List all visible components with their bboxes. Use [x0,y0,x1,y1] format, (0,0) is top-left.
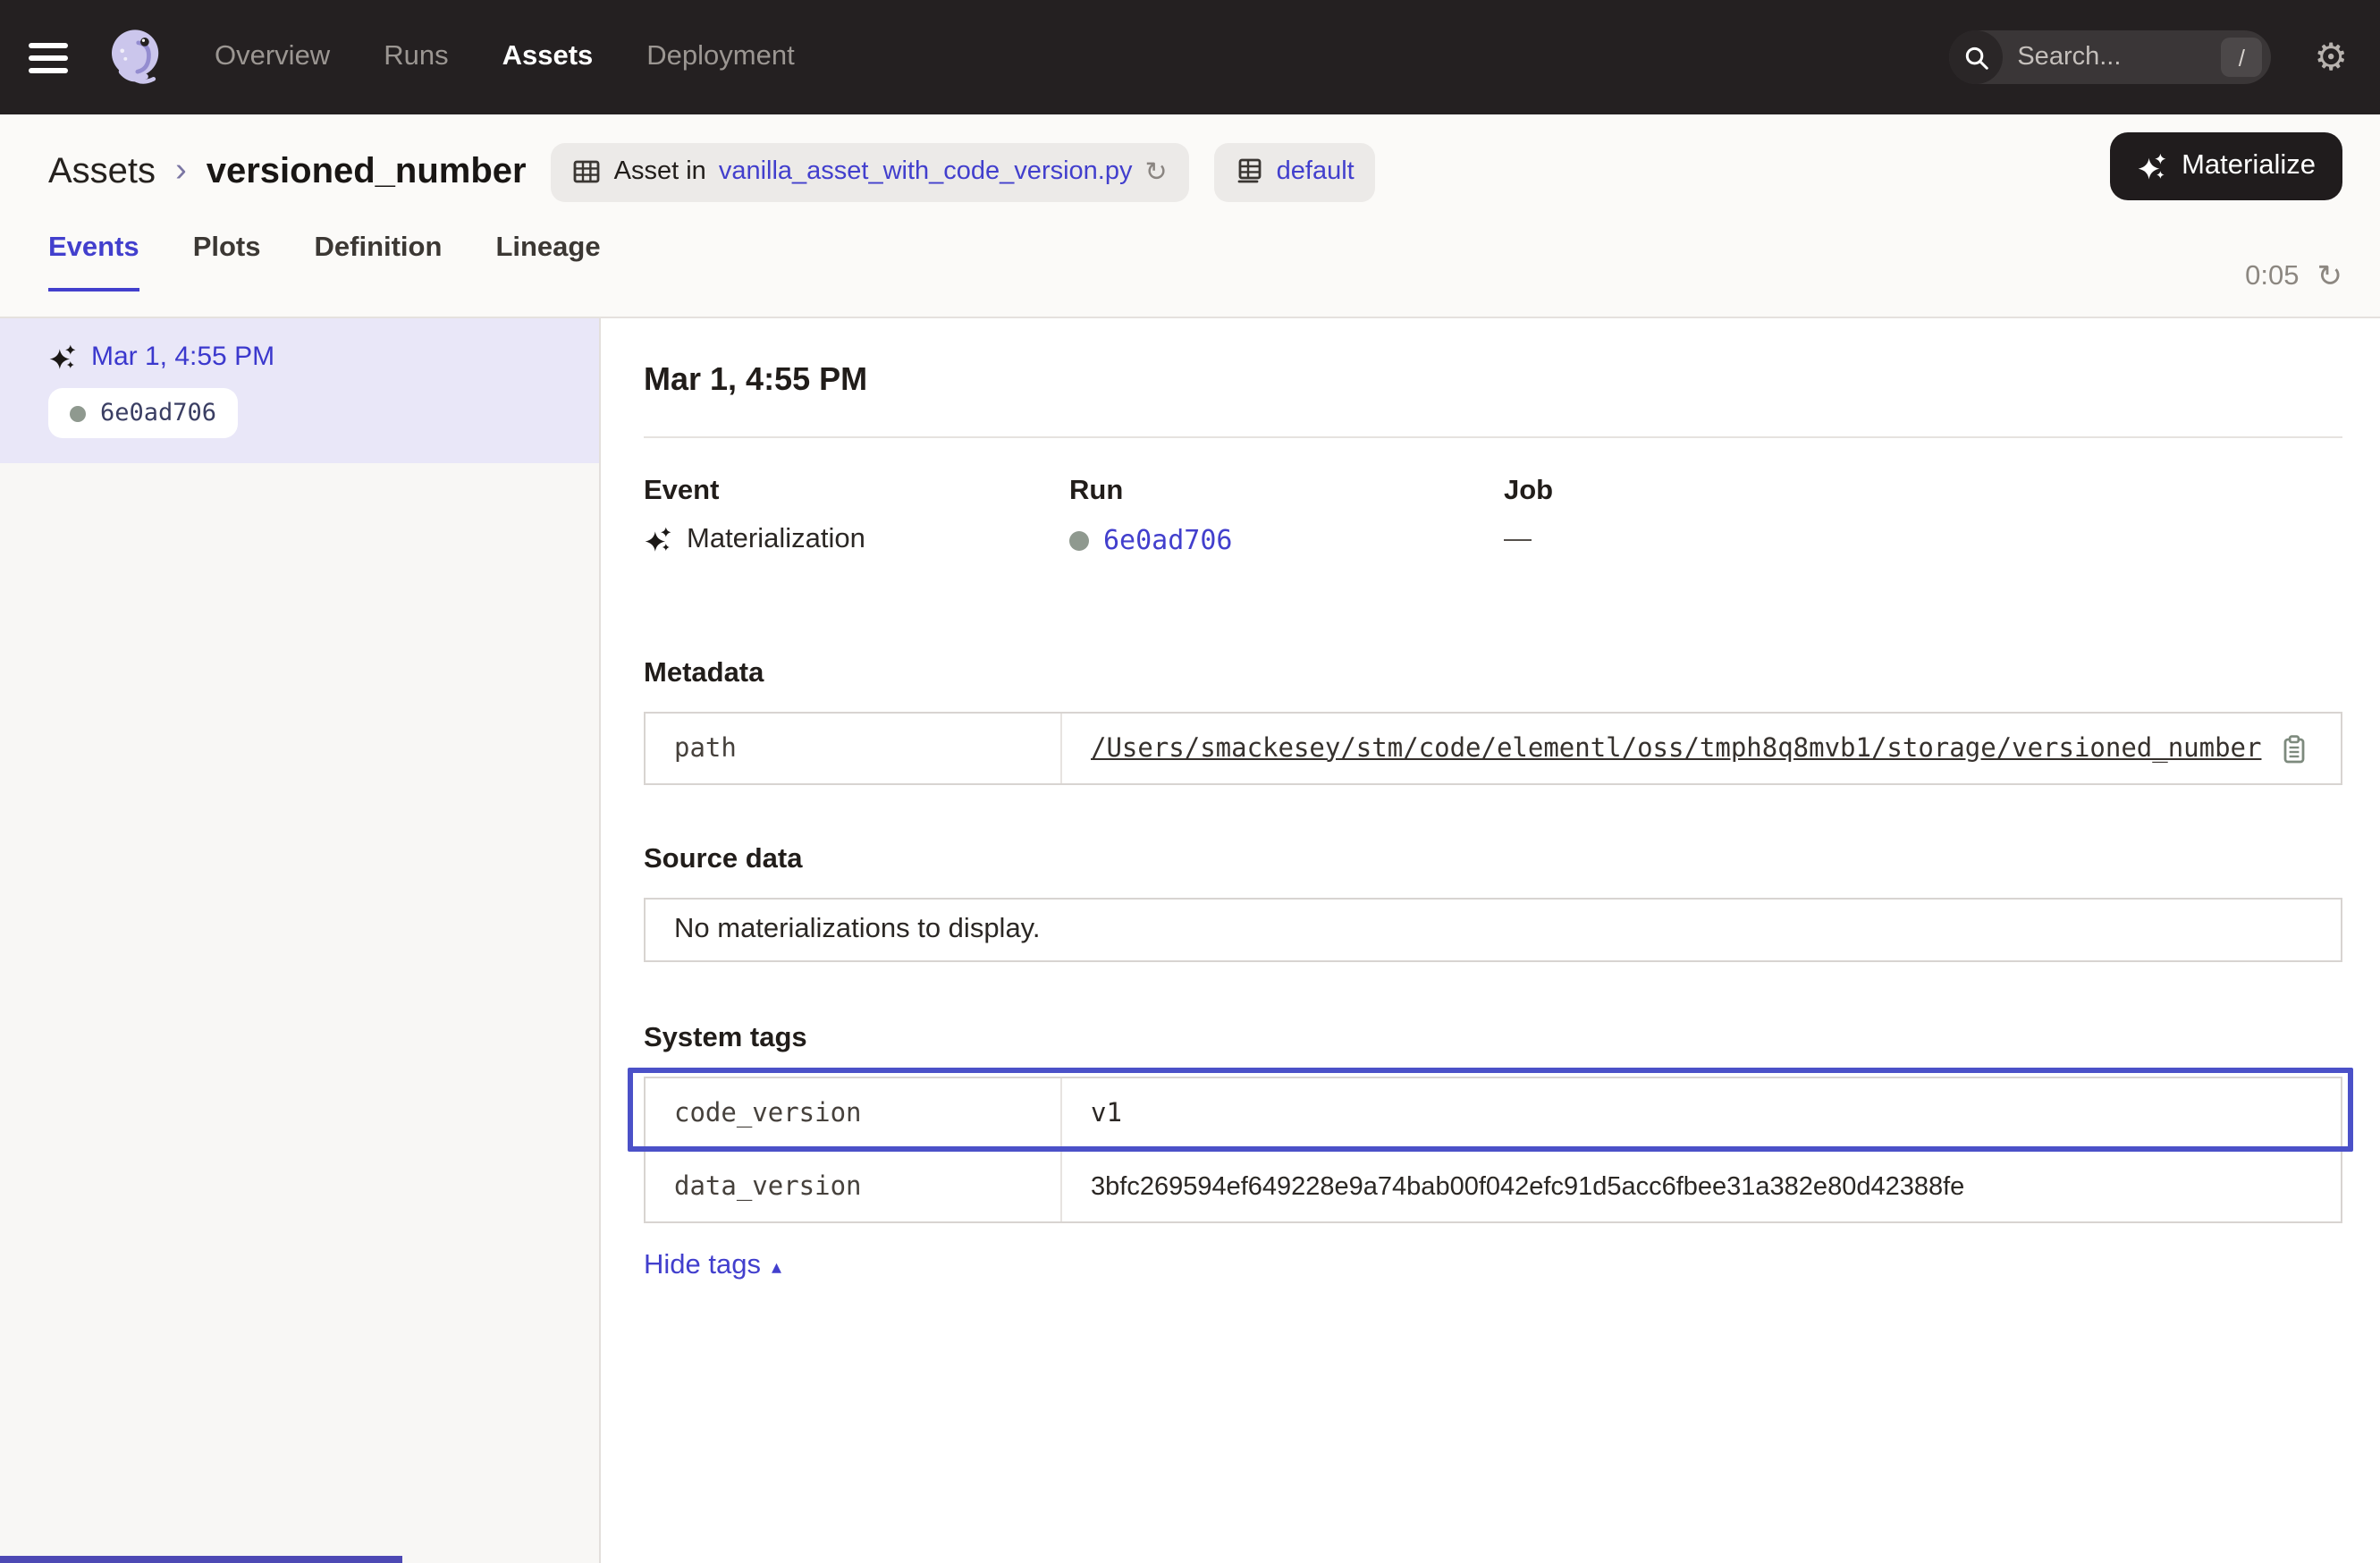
tab-lineage[interactable]: Lineage [495,232,600,291]
tab-definition[interactable]: Definition [315,232,443,291]
tab-events[interactable]: Events [48,232,139,291]
tag-value: 3bfc269594ef649228e9a74bab00f042efc91d5a… [1062,1152,2341,1221]
asset-file-link[interactable]: vanilla_asset_with_code_version.py [719,157,1133,186]
group-chip[interactable]: default [1214,142,1376,201]
refresh-countdown: 0:05 [2245,261,2299,293]
materialize-button[interactable]: Materialize [2110,132,2342,200]
sparkle-icon [48,342,77,371]
nav-link-runs[interactable]: Runs [384,41,448,73]
app-viewport: Overview Runs Assets Deployment / ⚙ Asse… [0,0,2380,1563]
metadata-key: path [646,714,1062,783]
metadata-row-path: path /Users/smackesey/stm/code/elementl/… [646,714,2341,783]
run-id-chip[interactable]: 6e0ad706 [48,388,238,438]
chevron-right-icon: › [175,152,187,191]
hide-tags-label: Hide tags [644,1250,761,1282]
search-input[interactable] [2017,43,2196,72]
asset-definition-chip[interactable]: Asset in vanilla_asset_with_code_version… [552,142,1189,201]
tab-plots[interactable]: Plots [193,232,261,291]
refresh-timer: 0:05 ↻ [2245,259,2342,295]
source-data-empty-message: No materializations to display. [674,914,1041,946]
tag-key: code_version [646,1078,1062,1150]
job-column-label: Job [1504,476,2342,508]
sparkle-icon [644,526,672,554]
settings-gear-icon[interactable]: ⚙ [2314,38,2348,76]
event-list-item-selected[interactable]: Mar 1, 4:55 PM 6e0ad706 [0,318,599,463]
run-column-label: Run [1069,476,1504,508]
metadata-heading: Metadata [644,658,2342,690]
metadata-table: path /Users/smackesey/stm/code/elementl/… [644,712,2342,785]
asset-tabs: Events Plots Definition Lineage [0,232,2380,291]
search-icon [1949,30,2003,84]
refresh-icon[interactable]: ↻ [2317,259,2343,295]
divider [644,436,2342,438]
event-detail-panel: Mar 1, 4:55 PM Event Materialization [601,318,2380,1563]
nav-link-deployment[interactable]: Deployment [646,41,794,73]
primary-nav: Overview Runs Assets Deployment [215,41,795,73]
system-tags-table: code_version v1 data_version 3bfc269594e… [644,1077,2342,1223]
hide-tags-link[interactable]: Hide tags ▴ [644,1250,781,1282]
top-nav: Overview Runs Assets Deployment / ⚙ [0,0,2380,114]
nav-link-overview[interactable]: Overview [215,41,330,73]
content-area: Mar 1, 4:55 PM 6e0ad706 Mar 1, 4:55 PM E… [0,318,2380,1563]
group-grid-icon [1236,157,1264,186]
event-detail-title: Mar 1, 4:55 PM [644,361,2342,399]
sparkle-icon [2137,151,2167,182]
copy-clipboard-icon[interactable] [2279,734,2308,763]
breadcrumb-assets-link[interactable]: Assets [48,151,156,192]
event-summary-row: Event Materialization Run 6e0ad [644,476,2342,556]
event-timestamp: Mar 1, 4:55 PM [91,342,274,372]
materialize-label: Materialize [2182,150,2316,182]
run-status-dot [70,405,86,421]
table-grid-icon [573,157,602,186]
source-data-empty-box: No materializations to display. [644,898,2342,962]
run-id-label: 6e0ad706 [100,399,216,427]
nav-link-assets[interactable]: Assets [502,41,594,73]
hamburger-menu-icon[interactable] [29,42,68,72]
tag-row-data-version: data_version 3bfc269594ef649228e9a74bab0… [646,1150,2341,1221]
group-default-link[interactable]: default [1277,157,1355,186]
event-column-label: Event [644,476,1069,508]
bottom-scrollbar[interactable] [0,1556,402,1563]
search-box[interactable]: / [1949,30,2271,84]
event-type-value: Materialization [687,524,865,556]
asset-name-title: versioned_number [207,151,527,192]
metadata-path-link[interactable]: /Users/smackesey/stm/code/elementl/oss/t… [1091,734,2261,763]
reload-definition-icon[interactable]: ↻ [1145,156,1168,188]
page-header: Assets › versioned_number Asset in vanil… [0,114,2380,318]
run-id-link[interactable]: 6e0ad706 [1103,524,1233,556]
search-shortcut-badge: / [2221,38,2262,77]
system-tags-heading: System tags [644,1023,2342,1055]
breadcrumb: Assets › versioned_number Asset in vanil… [0,139,2380,204]
asset-chip-prefix: Asset in [614,157,706,186]
run-status-dot [1069,530,1089,550]
tag-key: data_version [646,1152,1062,1221]
job-value: — [1504,524,2342,556]
dagster-logo-icon[interactable] [104,25,168,89]
source-data-heading: Source data [644,844,2342,876]
tag-value: v1 [1062,1078,2341,1150]
caret-up-icon: ▴ [772,1255,781,1278]
tag-row-code-version: code_version v1 [646,1078,2341,1150]
events-sidebar: Mar 1, 4:55 PM 6e0ad706 [0,318,601,1563]
